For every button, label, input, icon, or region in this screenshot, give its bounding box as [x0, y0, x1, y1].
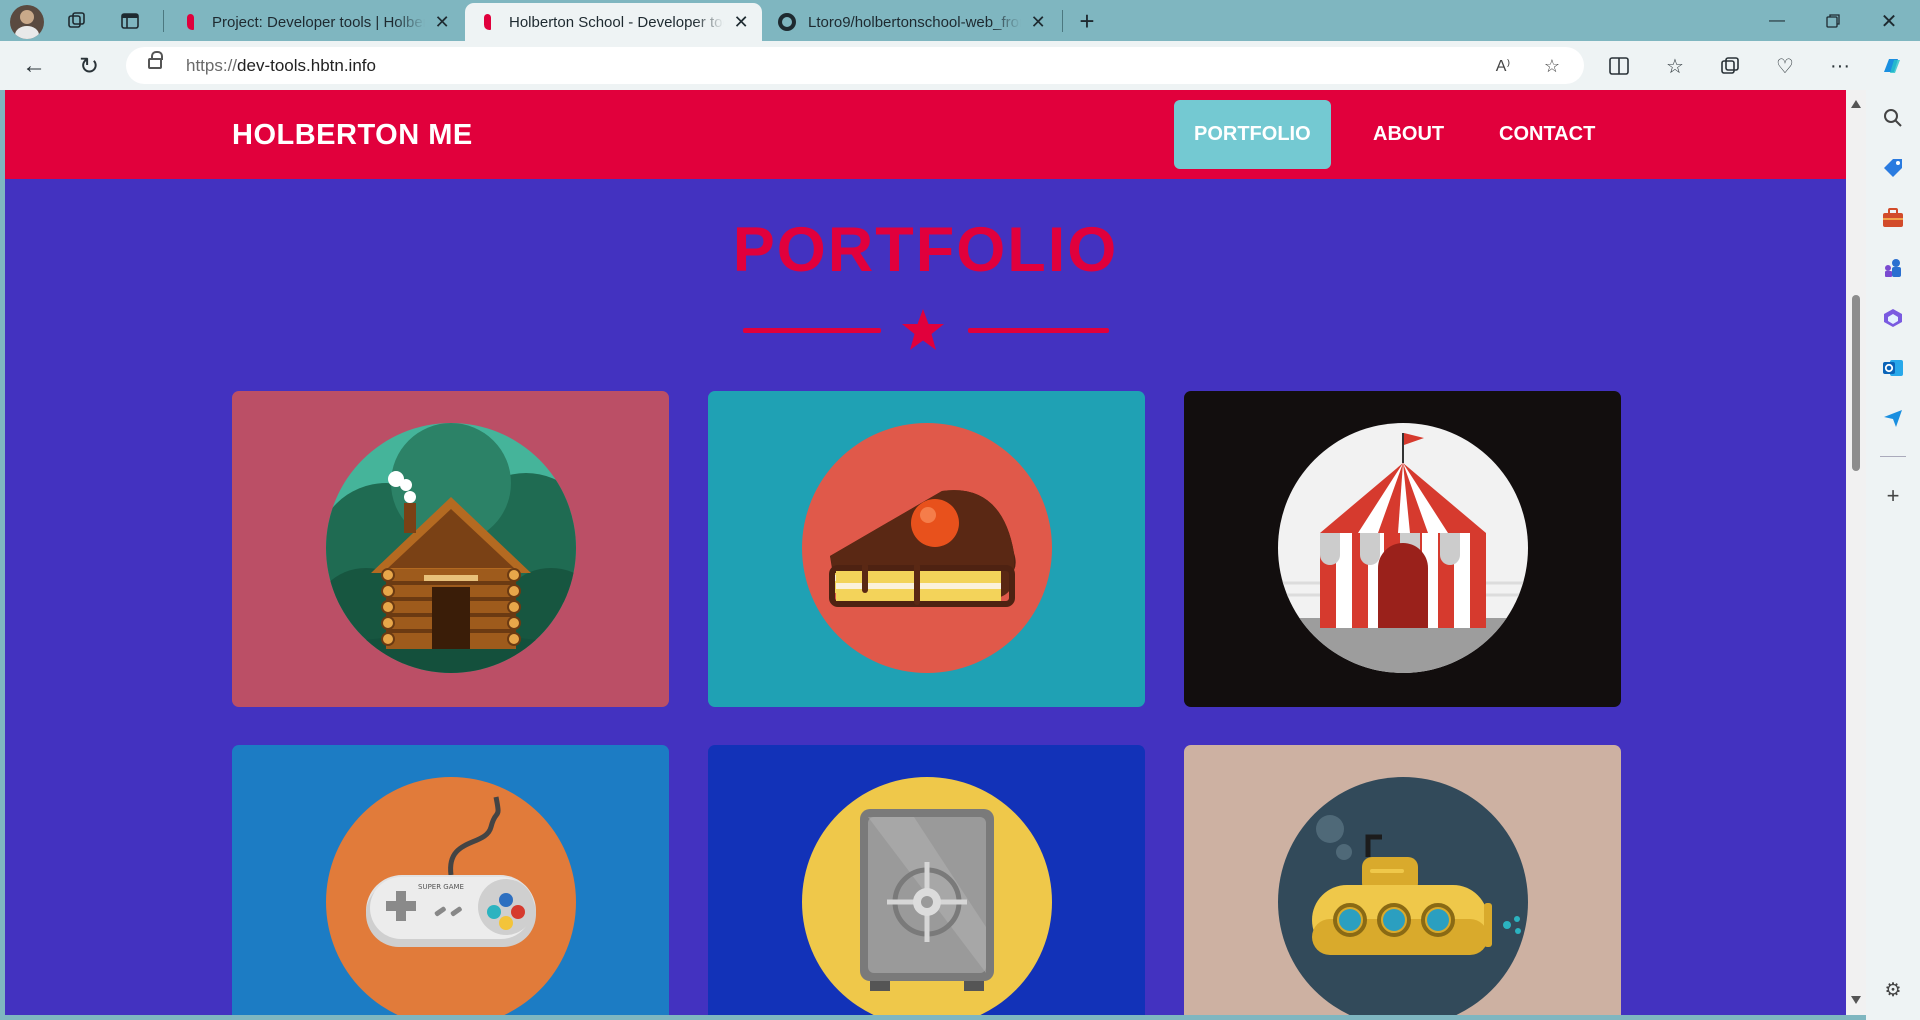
- portfolio-card[interactable]: [1184, 391, 1621, 707]
- tab-title: Ltoro9/holbertonschool-web_front_end: [808, 13, 1021, 31]
- window-close-icon[interactable]: ✕: [1866, 6, 1912, 36]
- tab-title: Holberton School - Developer tools: [509, 13, 725, 31]
- star-icon: [902, 309, 944, 350]
- lock-icon[interactable]: [148, 51, 163, 69]
- workspaces-icon[interactable]: [62, 6, 92, 36]
- github-icon: [778, 13, 796, 31]
- tab-separator: [163, 10, 164, 32]
- back-arrow-icon[interactable]: ←: [18, 50, 50, 82]
- send-plane-icon[interactable]: [1879, 404, 1907, 432]
- close-icon[interactable]: ✕: [732, 12, 750, 33]
- site-header: HOLBERTON ME PORTFOLIO ABOUT CONTACT: [5, 90, 1846, 179]
- submarine-icon: [1278, 777, 1528, 1015]
- favorites-icon[interactable]: ☆: [1659, 50, 1691, 82]
- close-icon[interactable]: ✕: [433, 12, 451, 33]
- holberton-icon: [182, 13, 200, 31]
- add-icon[interactable]: +: [1879, 482, 1907, 510]
- nav-contact[interactable]: CONTACT: [1479, 100, 1615, 169]
- games-chess-icon[interactable]: [1879, 254, 1907, 282]
- collections-icon[interactable]: [1714, 50, 1746, 82]
- page-scrollbar[interactable]: [1846, 90, 1866, 1015]
- log-cabin-icon: [326, 423, 576, 673]
- shopping-tag-icon[interactable]: [1879, 154, 1907, 182]
- portfolio-card[interactable]: [232, 391, 669, 707]
- browser-tab-bar: Project: Developer tools | Holberton Sch…: [0, 0, 1920, 41]
- nav-portfolio[interactable]: PORTFOLIO: [1174, 100, 1331, 169]
- safe-icon: [802, 777, 1052, 1015]
- nav-about[interactable]: ABOUT: [1353, 100, 1464, 169]
- minimize-icon[interactable]: —: [1754, 6, 1800, 36]
- divider-right: [968, 328, 1109, 333]
- circus-tent-icon: [1278, 423, 1528, 673]
- outlook-icon[interactable]: [1879, 354, 1907, 382]
- site-brand[interactable]: HOLBERTON ME: [232, 119, 473, 152]
- tab-github-repo[interactable]: Ltoro9/holbertonschool-web_front_end ✕: [764, 3, 1059, 41]
- cake-slice-icon: [802, 423, 1052, 673]
- tab-separator: [1062, 10, 1063, 32]
- gear-icon[interactable]: ⚙: [1879, 976, 1907, 1004]
- new-tab-icon[interactable]: +: [1072, 6, 1102, 36]
- portfolio-card[interactable]: [708, 391, 1145, 707]
- scrollbar-thumb[interactable]: [1852, 295, 1860, 471]
- portfolio-card[interactable]: [708, 745, 1145, 1015]
- restore-icon[interactable]: [1810, 6, 1856, 36]
- section-title: PORTFOLIO: [732, 215, 1119, 285]
- game-controller-icon: SUPER GAME: [326, 777, 576, 1015]
- microsoft-365-icon[interactable]: [1879, 304, 1907, 332]
- portfolio-card[interactable]: [1184, 745, 1621, 1015]
- scroll-down-icon[interactable]: [1851, 996, 1861, 1004]
- split-screen-icon[interactable]: [1603, 50, 1635, 82]
- controller-label: SUPER GAME: [418, 883, 464, 891]
- edge-sidebar: + ⚙: [1866, 90, 1920, 1020]
- search-icon[interactable]: [1879, 104, 1907, 132]
- address-bar[interactable]: https://dev-tools.hbtn.info A⁾ ☆: [126, 47, 1584, 84]
- page-viewport: HOLBERTON ME PORTFOLIO ABOUT CONTACT POR…: [5, 90, 1846, 1015]
- tools-briefcase-icon[interactable]: [1879, 204, 1907, 232]
- copilot-icon[interactable]: [1876, 50, 1908, 82]
- favorite-star-icon[interactable]: ☆: [1537, 51, 1567, 81]
- divider-left: [743, 328, 881, 333]
- tab-title: Project: Developer tools | Holberton Sch…: [212, 13, 426, 31]
- tab-project-developer-tools[interactable]: Project: Developer tools | Holberton Sch…: [168, 3, 463, 41]
- close-icon[interactable]: ✕: [1029, 12, 1047, 33]
- vertical-tabs-icon[interactable]: [115, 6, 145, 36]
- browser-essentials-icon[interactable]: ♡: [1769, 50, 1801, 82]
- portfolio-card[interactable]: SUPER GAME: [232, 745, 669, 1015]
- address-url[interactable]: https://dev-tools.hbtn.info: [186, 56, 376, 76]
- profile-avatar[interactable]: [10, 5, 44, 39]
- scroll-up-icon[interactable]: [1851, 100, 1861, 108]
- tab-holberton-developer-tools[interactable]: Holberton School - Developer tools ✕: [465, 3, 762, 41]
- holberton-icon: [479, 13, 497, 31]
- more-menu-icon[interactable]: ···: [1824, 50, 1856, 82]
- refresh-icon[interactable]: ↻: [73, 50, 105, 82]
- browser-toolbar: ← ↻ https://dev-tools.hbtn.info A⁾ ☆ ☆ ♡…: [0, 41, 1920, 90]
- sidebar-separator: [1880, 456, 1906, 457]
- read-aloud-icon[interactable]: A⁾: [1488, 51, 1518, 81]
